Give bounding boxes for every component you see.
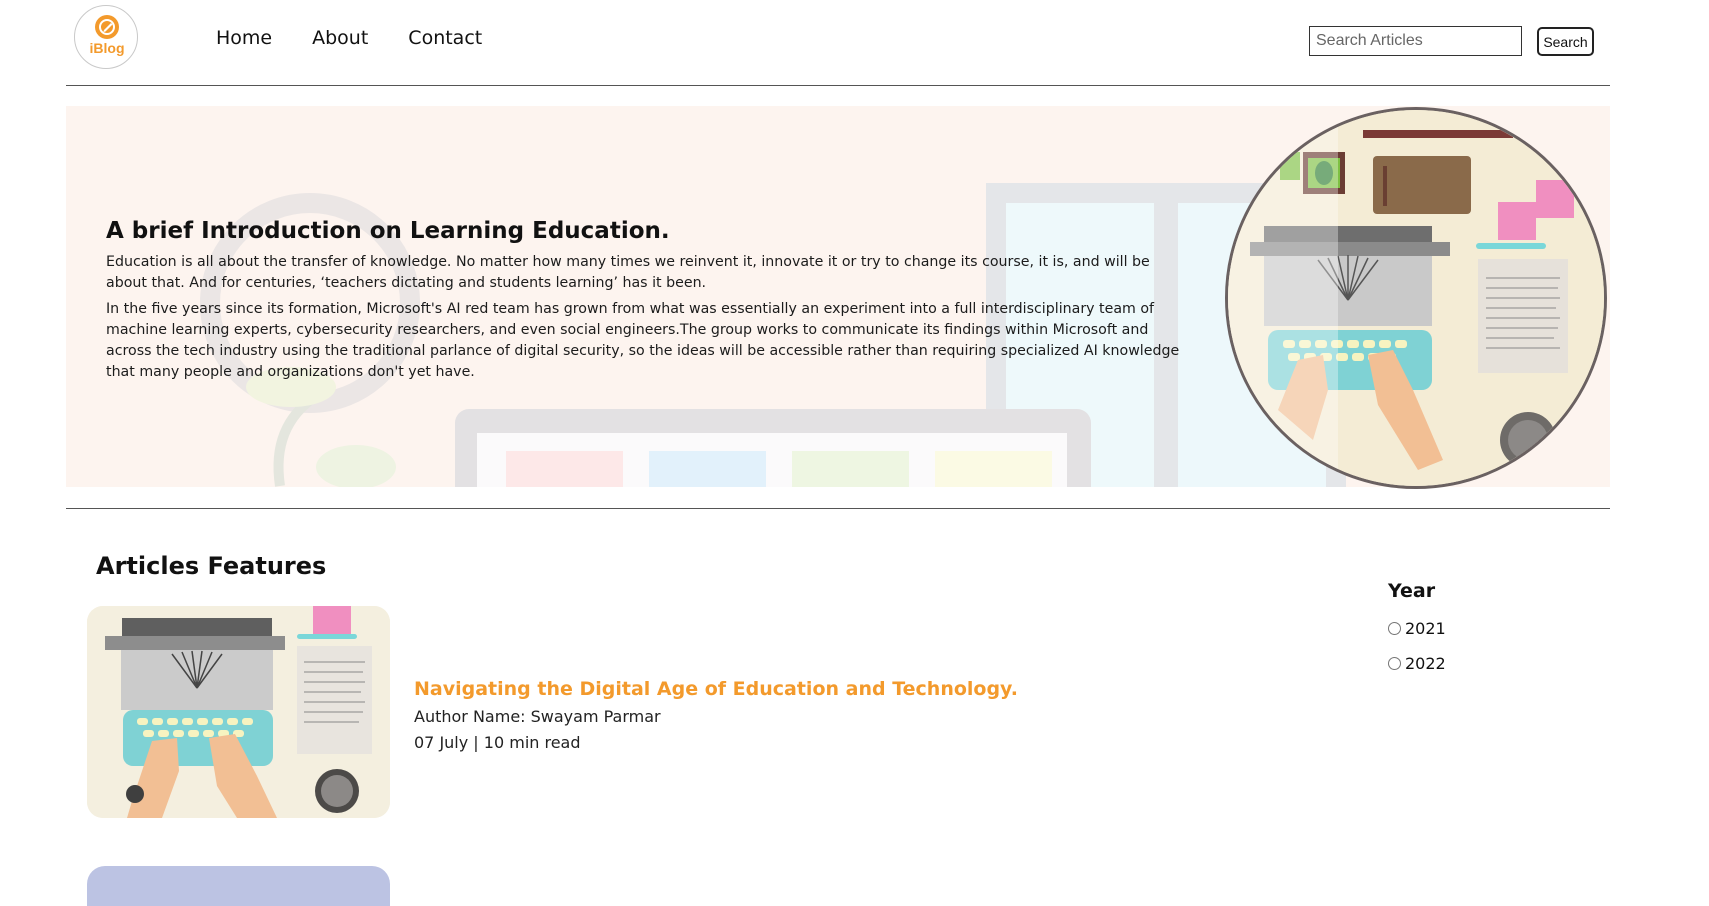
year-filter-title: Year	[1388, 580, 1436, 602]
logo[interactable]: iBlog	[74, 5, 138, 69]
year-option-label: 2021	[1405, 619, 1446, 638]
hero-paragraph: Education is all about the transfer of k…	[106, 254, 1150, 291]
search-button[interactable]: Search	[1537, 27, 1594, 56]
logo-text: iBlog	[89, 40, 125, 56]
nav-about[interactable]: About	[312, 27, 368, 49]
hero-typewriter-image	[1225, 107, 1607, 489]
search-input[interactable]	[1309, 26, 1522, 56]
year-radio-2021[interactable]	[1388, 622, 1401, 635]
year-option-2021[interactable]: 2021	[1388, 619, 1446, 638]
year-radio-2022[interactable]	[1388, 657, 1401, 670]
nav-contact[interactable]: Contact	[408, 27, 482, 49]
site-header: iBlog Home About Contact Search	[66, 0, 1610, 86]
section-divider	[66, 508, 1610, 509]
nav-home[interactable]: Home	[216, 27, 272, 49]
article-meta: 07 July | 10 min read	[414, 733, 581, 752]
year-option-label: 2022	[1405, 654, 1446, 673]
article-thumbnail[interactable]	[87, 866, 390, 906]
articles-section-title: Articles Features	[96, 552, 327, 580]
article-thumbnail[interactable]	[87, 606, 390, 818]
year-option-2022[interactable]: 2022	[1388, 654, 1446, 673]
hero-text: A brief Introduction on Learning Educati…	[106, 218, 1186, 388]
hero-paragraph: In the five years since its formation, M…	[106, 301, 1180, 380]
pencil-badge-icon	[95, 15, 119, 39]
article-title-link[interactable]: Navigating the Digital Age of Education …	[414, 678, 1018, 700]
hero-title: A brief Introduction on Learning Educati…	[106, 218, 670, 244]
article-author: Author Name: Swayam Parmar	[414, 707, 661, 726]
main-nav: Home About Contact	[216, 27, 482, 49]
